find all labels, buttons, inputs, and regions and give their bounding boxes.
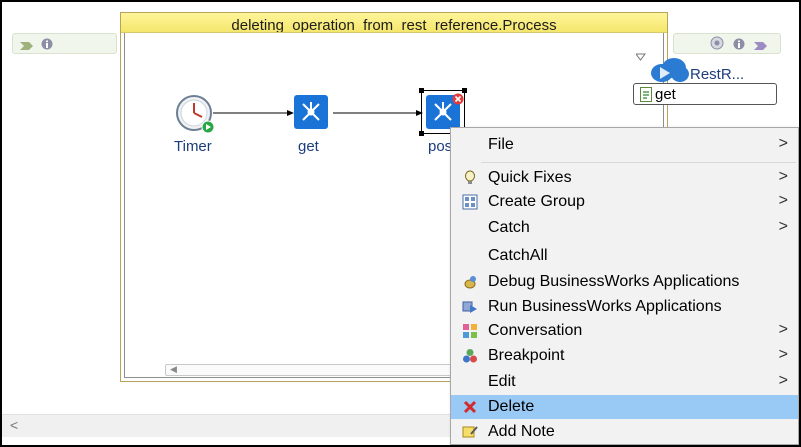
menu-item-breakpoint[interactable]: Breakpoint > — [451, 344, 798, 368]
run-icon — [462, 301, 477, 313]
lightbulb-icon — [465, 170, 475, 184]
reference-operation-get[interactable]: get — [633, 83, 777, 105]
menu-item-catch[interactable]: Catch > — [451, 216, 798, 240]
operation-icon — [640, 87, 652, 102]
chevron-right-icon: > — [778, 192, 788, 209]
chevron-right-icon: > — [778, 168, 788, 185]
chevron-down-icon[interactable] — [636, 53, 646, 61]
operation-label: get — [655, 86, 676, 103]
menu-item-edit[interactable]: Edit > — [451, 370, 798, 394]
menu-item-quick-fixes[interactable]: Quick Fixes > — [451, 166, 798, 190]
chevron-right-icon: > — [778, 321, 788, 338]
timer-label: Timer — [174, 138, 212, 155]
menu-item-add-note[interactable]: Add Note — [451, 420, 798, 444]
error-badge-icon — [452, 93, 464, 105]
chevron-right-icon: > — [778, 135, 788, 152]
menu-item-conversation[interactable]: Conversation > — [451, 319, 798, 343]
menu-item-run-bw-apps[interactable]: Run BusinessWorks Applications — [451, 295, 798, 319]
menu-item-debug-bw-apps[interactable]: Debug BusinessWorks Applications — [451, 270, 798, 294]
rest-invoke-icon — [294, 95, 328, 129]
context-menu: File > Quick Fixes > Create Group > Catc… — [450, 127, 799, 445]
timer-icon — [176, 95, 215, 134]
debug-icon — [464, 276, 476, 289]
chevron-right-icon: > — [778, 372, 788, 389]
chevron-right-icon: > — [778, 346, 788, 363]
delete-icon — [463, 400, 477, 414]
menu-separator — [481, 162, 796, 163]
timer-activity[interactable] — [175, 94, 217, 141]
menu-item-file[interactable]: File > — [451, 133, 798, 157]
note-icon — [462, 426, 478, 438]
scroll-left-icon[interactable]: < — [10, 417, 18, 433]
get-label: get — [298, 138, 319, 155]
chevron-right-icon: > — [778, 218, 788, 235]
rest-reference-label: RestR... — [690, 66, 745, 83]
get-activity[interactable] — [294, 95, 328, 134]
breakpoint-icon — [463, 349, 477, 363]
group-icon — [462, 194, 478, 210]
menu-item-delete[interactable]: Delete — [451, 395, 798, 419]
conversation-icon — [463, 324, 477, 338]
menu-item-create-group[interactable]: Create Group > — [451, 190, 798, 214]
menu-item-catchall[interactable]: CatchAll — [451, 244, 798, 268]
cloud-rest-icon — [651, 58, 689, 82]
